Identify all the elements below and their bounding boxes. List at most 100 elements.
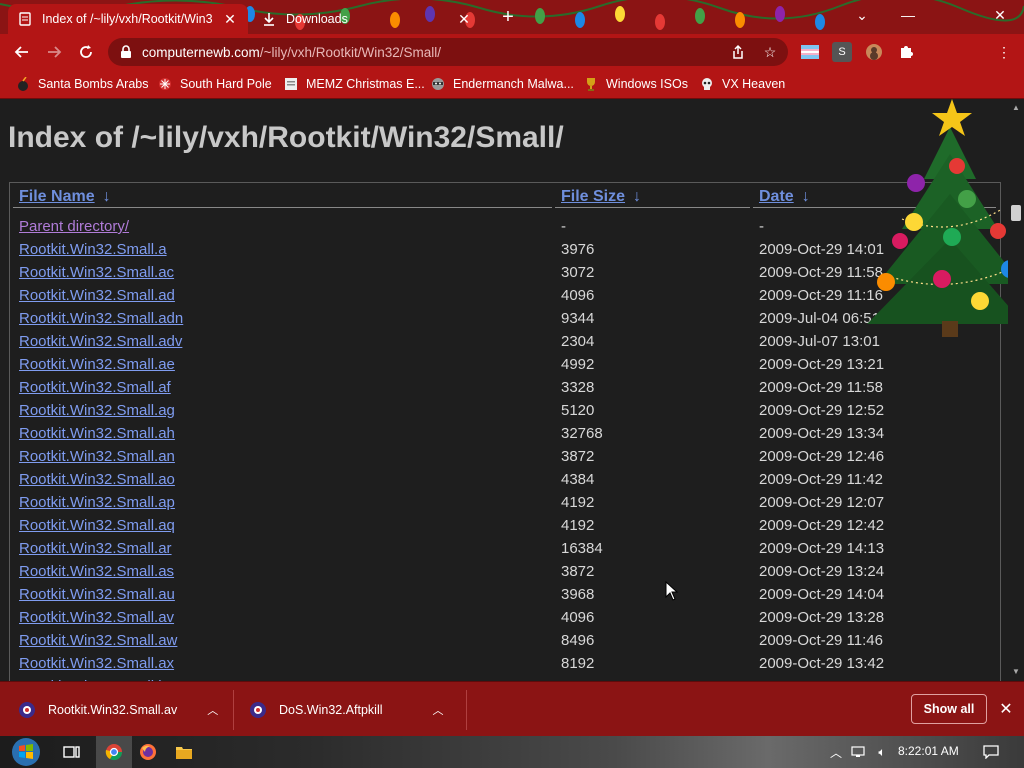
file-link[interactable]: Rootkit.Win32.Small.a [19,241,167,258]
file-size: 2304 [561,333,595,350]
download-filename: DoS.Win32.Aftpkill [279,702,383,717]
file-link[interactable]: Rootkit.Win32.Small.ae [19,356,175,373]
volume-icon[interactable]: 🔈︎ [874,744,890,760]
close-shelf-icon[interactable]: ✕ [996,700,1016,720]
christmas-tree-decoration [867,99,1008,337]
file-size: 8192 [561,655,595,672]
page-favicon-icon [18,12,32,26]
file-link[interactable]: Rootkit.Win32.Small.av [19,609,174,626]
file-link[interactable]: Rootkit.Win32.Small.ar [19,540,172,557]
taskbar-clock[interactable]: 8:22:01 AM [898,744,959,758]
bookmark-south-hard-pole[interactable]: South Hard Pole [158,75,272,93]
bookmark-endermanch-malware[interactable]: Endermanch Malwa... [431,75,574,93]
action-center-icon[interactable] [983,744,999,760]
file-size: 4096 [561,609,595,626]
browser-toolbar: computernewb.com/~lily/vxh/Rootkit/Win32… [0,34,1024,70]
file-link[interactable]: Rootkit.Win32.Small.adn [19,310,183,327]
bookmark-memz-christmas[interactable]: MEMZ Christmas E... [284,75,425,93]
file-link[interactable]: Rootkit.Win32.Small.ac [19,264,174,281]
file-link[interactable]: Rootkit.Win32.Small.an [19,448,175,465]
close-tab-icon[interactable]: ✕ [222,11,238,27]
column-header-date[interactable]: Date ↓ [759,188,810,206]
profile-avatar-icon[interactable] [864,42,884,62]
page-title: Index of /~lily/vxh/Rootkit/Win32/Small/ [8,121,564,154]
close-tab-icon[interactable]: ✕ [456,11,472,27]
file-link[interactable]: Rootkit.Win32.Small.ao [19,471,175,488]
file-date: 2009-Oct-29 13:42 [759,655,885,672]
file-link[interactable]: Rootkit.Win32.Small.ah [19,425,175,442]
table-row: Rootkit.Win32.Small.af 3328 2009-Oct-29 11… [10,377,998,400]
table-row: Rootkit.Win32.Small.ap 4192 2009-Oct-29 12… [10,492,998,515]
table-row: Rootkit.Win32.Small.ax 8192 2009-Oct-29 13… [10,653,998,676]
close-window-button[interactable]: ✕ [982,0,1018,30]
url-text[interactable]: computernewb.com/~lily/vxh/Rootkit/Win32… [142,45,441,60]
bookmark-vx-heaven[interactable]: VX Heaven [700,75,785,93]
bookmark-star-icon[interactable]: ☆ [760,42,780,62]
tab-search-icon[interactable]: ⌄ [844,0,880,30]
chrome-taskbar-icon[interactable] [96,736,132,768]
network-icon[interactable] [850,744,866,760]
tab-title: Downloads [286,12,348,26]
extension-flag-icon[interactable] [800,42,820,62]
table-row: Rootkit.Win32.Small.ad 4096 2009-Oct-29 11… [10,285,998,308]
file-link[interactable]: Rootkit.Win32.Small.adv [19,333,182,350]
file-size: 3328 [561,379,595,396]
minimize-button[interactable]: — [890,0,926,30]
task-view-icon[interactable] [58,736,86,768]
extensions-puzzle-icon[interactable] [896,42,916,62]
file-link[interactable]: Rootkit.Win32.Small.aq [19,517,175,534]
show-all-button[interactable]: Show all [911,694,987,724]
file-explorer-taskbar-icon[interactable] [170,736,198,768]
table-row: Rootkit.Win32.Small.an 3872 2009-Oct-29 12… [10,446,998,469]
column-header-file-size[interactable]: File Size ↓ [561,188,641,206]
file-link[interactable]: Rootkit.Win32.Small.af [19,379,171,396]
profile-letter: S [838,46,846,58]
forward-button[interactable] [43,41,65,63]
file-listing-table: File Name ↓ File Size ↓ Date ↓ Parent direc… [9,182,1001,681]
file-date: 2009-Oct-29 13:28 [759,609,885,626]
new-tab-button[interactable]: + [498,7,518,27]
scrollbar-thumb[interactable] [1011,205,1021,221]
file-size: 3072 [561,264,595,281]
scroll-down-icon[interactable]: ▼ [1011,667,1021,677]
download-filename: Rootkit.Win32.Small.av [48,702,178,717]
file-link[interactable]: Rootkit.Win32.Small.aw [19,632,177,649]
sort-arrow-icon: ↓ [801,188,810,205]
scroll-up-icon[interactable]: ▲ [1011,103,1021,113]
chevron-up-icon[interactable]: ︿ [433,702,444,718]
file-link[interactable]: Rootkit.Win32.Small.ap [19,494,175,511]
chevron-up-icon[interactable]: ︿ [207,702,218,718]
address-bar[interactable]: computernewb.com/~lily/vxh/Rootkit/Win32… [108,38,788,66]
file-link[interactable]: Rootkit.Win32.Small.ad [19,287,175,304]
file-date: 2009-Oct-29 13:34 [759,425,885,442]
download-item[interactable]: DoS.Win32.Aftpkill ︿ [249,682,444,737]
parent-directory-link[interactable]: Parent directory/ [19,218,129,235]
start-button[interactable] [6,736,46,768]
table-row: Rootkit.Win32.Small.ag 5120 2009-Oct-29 12… [10,400,998,423]
tab-title: Index of /~lily/vxh/Rootkit/Win3 [42,12,213,26]
tab-downloads[interactable]: Downloads ✕ [252,4,482,34]
download-item[interactable]: Rootkit.Win32.Small.av ︿ [18,682,218,737]
column-header-file-name[interactable]: File Name ↓ [19,188,111,206]
table-row: Rootkit.Win32.Small.av 4096 2009-Oct-29 13… [10,607,998,630]
file-size: 3872 [561,563,595,580]
bookmark-santa-bombs-arabs[interactable]: Santa Bombs Arabs [16,75,148,93]
firefox-taskbar-icon[interactable] [134,736,162,768]
share-icon[interactable] [728,42,748,62]
file-link[interactable]: Rootkit.Win32.Small.au [19,586,175,603]
menu-icon[interactable]: ⋮ [994,42,1014,62]
tab-index-of-small[interactable]: Index of /~lily/vxh/Rootkit/Win3 ✕ [8,4,248,34]
page-content: Index of /~lily/vxh/Rootkit/Win32/Small/… [0,99,1008,681]
bookmark-windows-isos[interactable]: Windows ISOs [584,75,688,93]
file-link[interactable]: Rootkit.Win32.Small.ax [19,655,174,672]
lock-icon[interactable] [118,45,134,59]
page-scrollbar[interactable]: ▲ ▼ [1008,99,1024,681]
back-button[interactable] [11,41,33,63]
extension-s-icon[interactable]: S [832,42,852,62]
file-date: 2009-Oct-29 14:04 [759,586,885,603]
file-link[interactable]: Rootkit.Win32.Small.ag [19,402,175,419]
file-link[interactable]: Rootkit.Win32.Small.as [19,563,174,580]
file-icon [18,701,36,719]
show-hidden-icons-chevron-icon[interactable]: ︿ [828,744,844,760]
reload-button[interactable] [75,41,97,63]
